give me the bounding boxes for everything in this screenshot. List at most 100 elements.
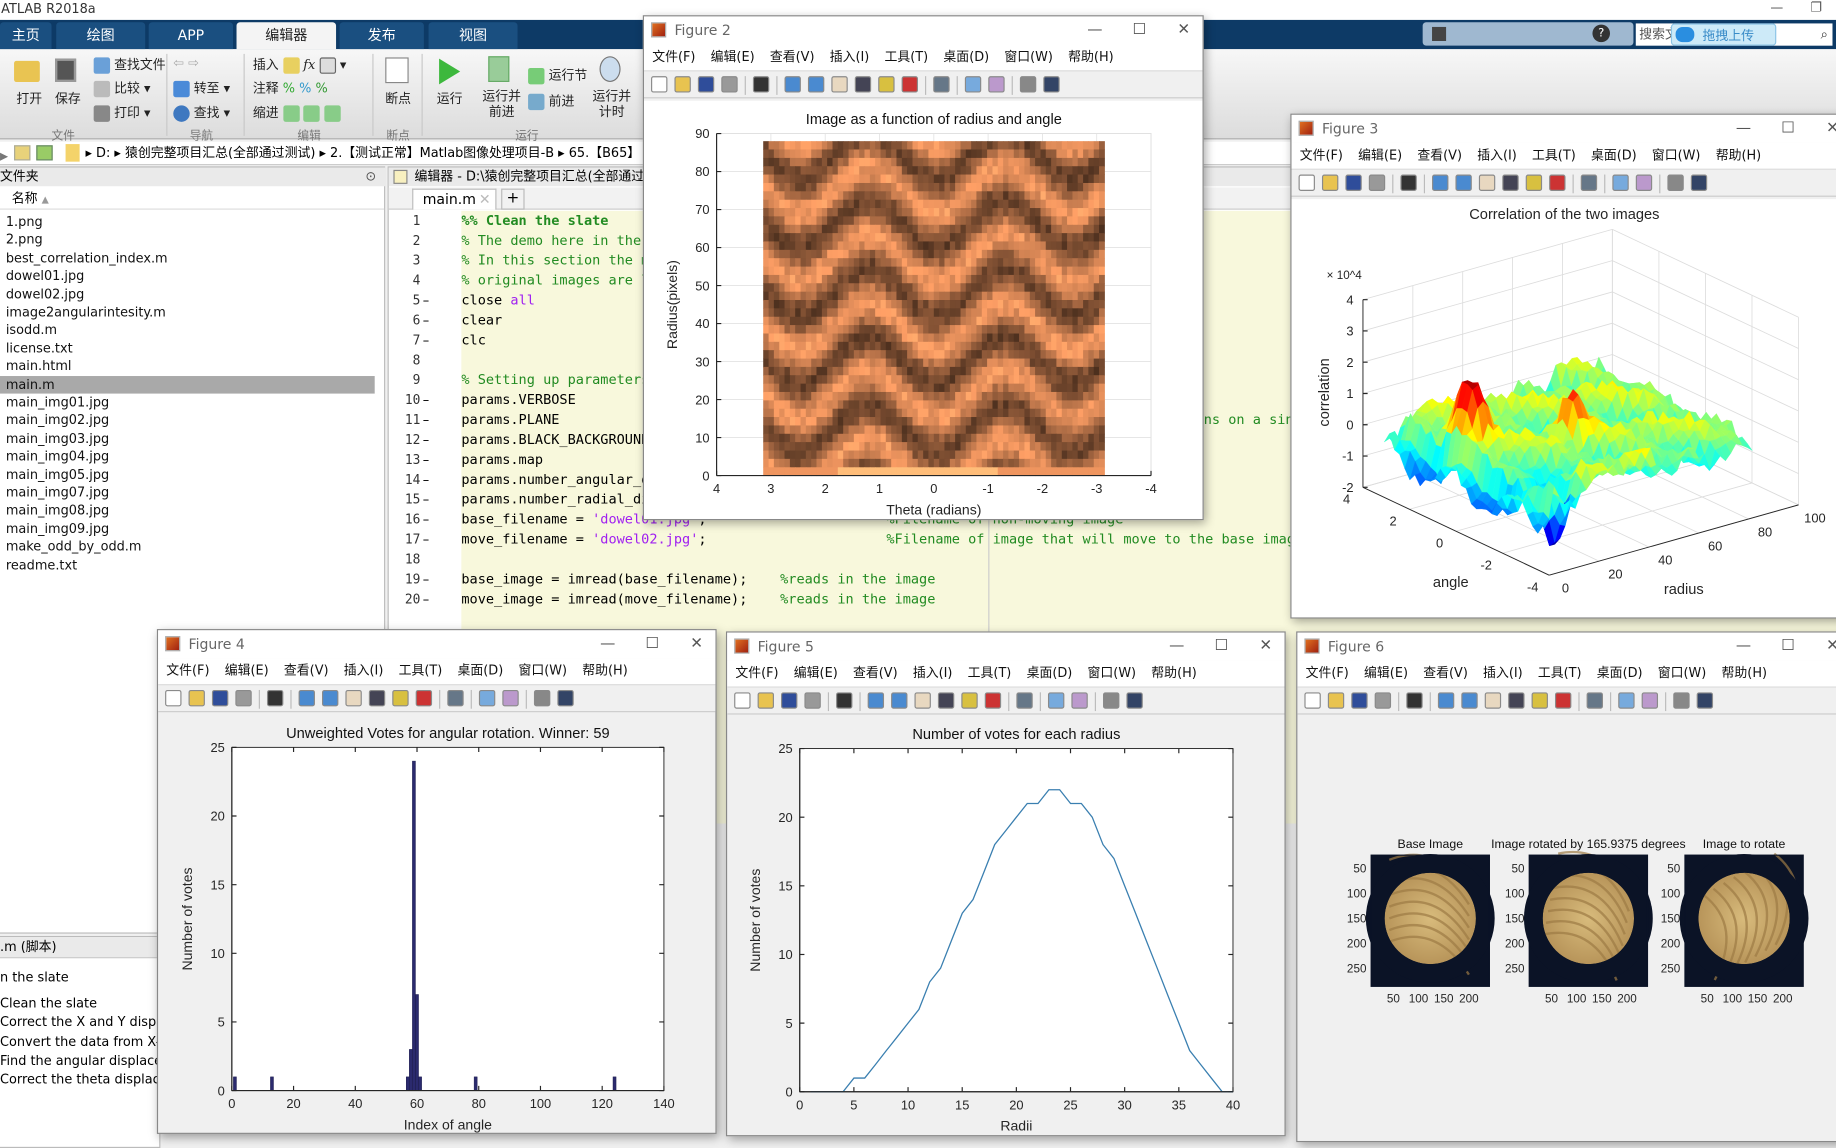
zoom-out-icon[interactable] [1461, 692, 1478, 709]
show-tools-icon[interactable] [1690, 174, 1708, 191]
pointer-icon[interactable] [266, 689, 284, 707]
file-item[interactable]: dowel01.jpg [6, 267, 381, 285]
figure-5-window[interactable]: Figure 5— ☐ ✕ 文件(F) 编辑(E) 查看(V) 插入(I) 工具(T) 桌面(D… [725, 631, 1286, 1137]
maximize-button[interactable]: ☐ [1767, 115, 1809, 143]
insert-button[interactable]: 插入 fx ▾ [253, 55, 346, 74]
figure-2-window[interactable]: Figure 2— ☐ ✕ 文件(F) 编辑(E) 查看(V) 插入(I) 工具(T) 桌面(D… [642, 15, 1204, 521]
close-button[interactable]: ✕ [1811, 115, 1836, 143]
print-icon[interactable] [1368, 174, 1386, 191]
code-line[interactable]: clc [461, 330, 486, 350]
pointer-icon[interactable] [1406, 692, 1423, 709]
help-icon[interactable]: ? [1592, 24, 1611, 43]
section-item[interactable]: Clean the slate [0, 996, 97, 1011]
breakpoint-marker[interactable]: – [423, 589, 429, 609]
save-icon[interactable] [55, 58, 77, 83]
file-item[interactable]: main_img09.jpg [6, 520, 381, 538]
rotate-icon[interactable] [368, 689, 386, 707]
menu-item[interactable]: 文件(F) [735, 661, 778, 687]
file-item[interactable]: readme.txt [6, 556, 381, 574]
brush-icon[interactable] [1549, 174, 1566, 191]
menu-item[interactable]: 文件(F) [166, 658, 209, 684]
link-icon[interactable] [1016, 692, 1033, 709]
menu-item[interactable]: 编辑(E) [711, 45, 755, 71]
save-icon[interactable] [781, 692, 798, 709]
close-tab-icon[interactable]: ✕ [479, 190, 491, 210]
show-tools-icon[interactable] [1126, 692, 1143, 709]
menu-item[interactable]: 插入(I) [913, 661, 953, 687]
close-button[interactable]: ✕ [1163, 16, 1203, 44]
menu-item[interactable]: 帮助(H) [1151, 661, 1197, 687]
zoom-in-icon[interactable] [1437, 692, 1455, 709]
open-folder-icon[interactable] [14, 60, 40, 83]
print-icon[interactable] [721, 76, 738, 93]
file-item[interactable]: main.m [0, 375, 375, 394]
show-tools-icon[interactable] [1043, 76, 1060, 93]
pan-icon[interactable] [1478, 174, 1496, 191]
menu-item[interactable]: 工具(T) [885, 45, 929, 71]
fx-icon[interactable]: fx [303, 57, 315, 72]
file-item[interactable]: main_img04.jpg [6, 448, 381, 466]
code-line[interactable]: move_filename = 'dowel02.jpg'; %Filename… [461, 529, 1303, 549]
menu-item[interactable]: 帮助(H) [582, 658, 628, 684]
tab-publish[interactable]: 发布 [339, 22, 424, 50]
menu-item[interactable]: 窗口(W) [1088, 661, 1137, 687]
tab-apps[interactable]: APP [148, 22, 234, 50]
minimize-button[interactable]: — [1156, 633, 1198, 661]
breakpoints-icon[interactable] [385, 57, 409, 84]
pointer-icon[interactable] [752, 76, 770, 93]
search-icon[interactable]: ⌕ [1821, 23, 1828, 45]
menu-item[interactable]: 插入(I) [1483, 661, 1523, 687]
show-tools-icon[interactable] [1696, 692, 1714, 709]
brush-icon[interactable] [984, 692, 1002, 709]
section-item[interactable]: Correct the theta displacem [0, 1072, 180, 1087]
new-icon[interactable] [1298, 174, 1315, 191]
menu-item[interactable]: 窗口(W) [518, 658, 567, 684]
browse-folder-icon[interactable] [36, 145, 53, 161]
address-segment[interactable]: 65.【B65】 [569, 145, 640, 160]
menu-item[interactable]: 文件(F) [652, 45, 695, 71]
minimize-button[interactable]: — [1722, 633, 1764, 661]
new-icon[interactable] [651, 76, 668, 93]
run-advance-icon[interactable] [488, 56, 510, 83]
menu-item[interactable]: 桌面(D) [458, 658, 504, 684]
back-forward-icons[interactable]: ⇦ ⇨ [173, 55, 199, 70]
minimize-icon[interactable]: — [1770, 0, 1783, 15]
upload-overlay[interactable]: 拖拽上传 [1670, 23, 1777, 46]
breakpoint-marker[interactable]: – [423, 330, 429, 350]
colorbar-icon[interactable] [1618, 692, 1635, 709]
legend-icon[interactable] [502, 689, 519, 707]
tab-editor[interactable]: 编辑器 [236, 22, 337, 50]
run-and-time-icon[interactable] [599, 56, 621, 83]
tab-plots[interactable]: 绘图 [56, 22, 146, 50]
data-cursor-icon[interactable] [1531, 692, 1548, 709]
colorbar-icon[interactable] [1612, 174, 1629, 191]
hide-tools-icon[interactable] [1103, 692, 1120, 709]
run-section-button[interactable]: 运行节 [528, 66, 587, 85]
colorbar-icon[interactable] [478, 689, 496, 707]
breakpoint-marker[interactable]: – [423, 450, 429, 470]
open-icon[interactable] [757, 692, 774, 709]
open-icon[interactable] [674, 76, 691, 93]
zoom-out-icon[interactable] [891, 692, 908, 709]
menu-item[interactable]: 编辑(E) [794, 661, 838, 687]
save-icon[interactable] [1432, 26, 1447, 42]
tab-main-m[interactable]: main.m ✕ [412, 188, 497, 210]
new-icon[interactable] [734, 692, 751, 709]
figure-title-bar[interactable]: Figure 3—☐✕ [1291, 114, 1836, 143]
figure-title-bar[interactable]: Figure 5— ☐ ✕ [727, 632, 1285, 661]
pointer-icon[interactable] [1400, 174, 1417, 191]
open-button[interactable]: 打开 [16, 89, 42, 108]
rotate-icon[interactable] [937, 692, 955, 709]
section-item[interactable]: Correct the X and Y displac [0, 1015, 175, 1030]
minimize-button[interactable]: — [587, 630, 629, 658]
show-tools-icon[interactable] [557, 689, 574, 707]
menu-item[interactable]: 编辑(E) [1364, 661, 1408, 687]
breakpoint-marker[interactable]: – [423, 410, 429, 430]
menu-item[interactable]: 文件(F) [1300, 143, 1343, 169]
rotate-icon[interactable] [1508, 692, 1525, 709]
breakpoint-marker[interactable]: – [423, 470, 429, 490]
brush-icon[interactable] [1554, 692, 1572, 709]
pan-icon[interactable] [1484, 692, 1502, 709]
menu-item[interactable]: 帮助(H) [1716, 143, 1762, 169]
hide-tools-icon[interactable] [533, 689, 551, 707]
